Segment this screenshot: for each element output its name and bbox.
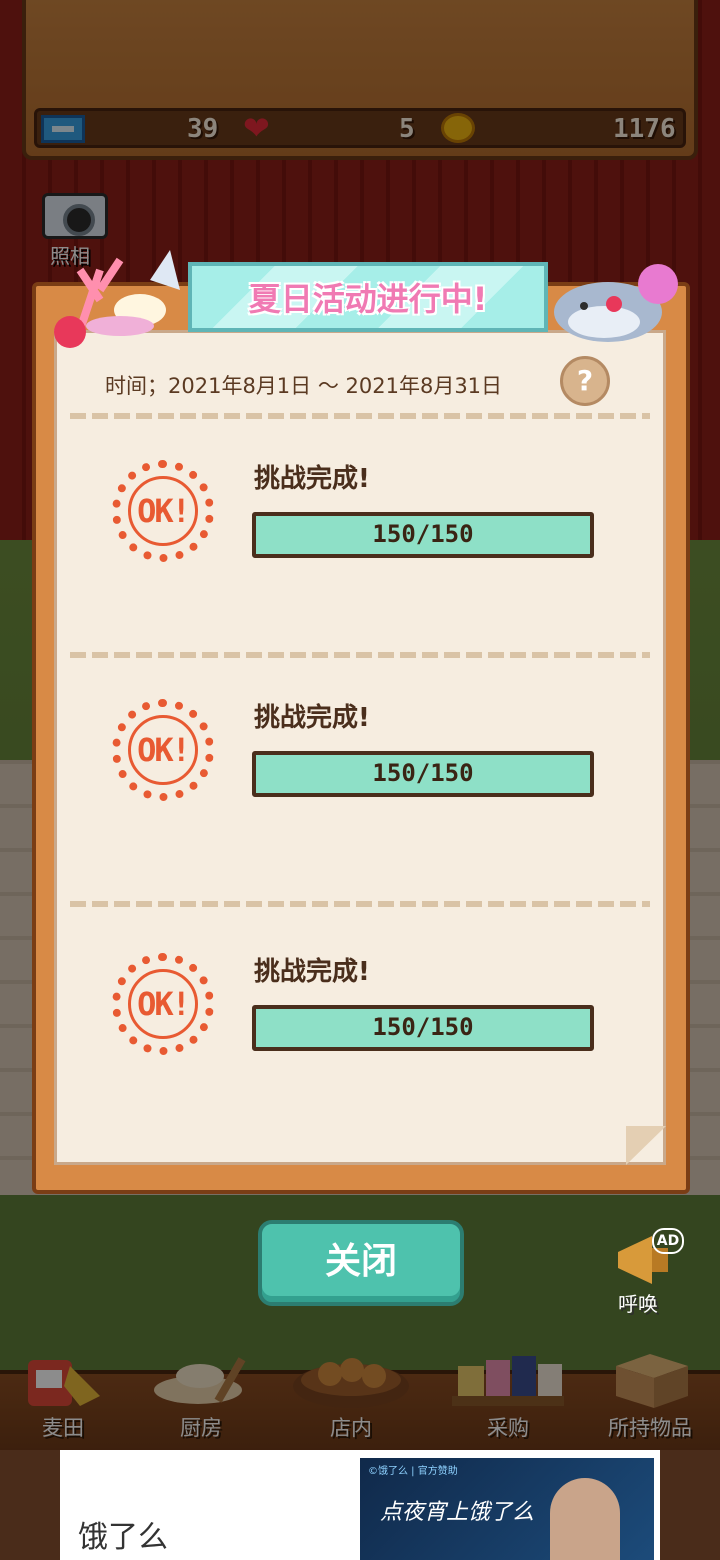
challenge-item: OK! 挑战完成! 150/150 [54, 699, 666, 829]
ad-slogan: 点夜宵上饿了么 [380, 1500, 535, 1525]
divider [70, 652, 650, 658]
challenge-status: 挑战完成! [254, 957, 370, 987]
progress-text: 150/150 [372, 1013, 474, 1041]
divider [70, 901, 650, 907]
progress-text: 150/150 [372, 759, 474, 787]
challenge-status: 挑战完成! [254, 464, 370, 494]
challenge-progress-bar: 150/150 [252, 1005, 594, 1051]
ad-banner[interactable]: 饿了么 ©饿了么 | 官方赞助 点夜宵上饿了么 [60, 1450, 660, 1560]
call-label: 呼唤 [618, 1292, 658, 1316]
whale-decoration-icon [554, 264, 678, 342]
stamp-text: OK! [137, 985, 191, 1023]
challenge-item: OK! 挑战完成! 150/150 [54, 460, 666, 590]
divider [70, 413, 650, 419]
challenge-progress-bar: 150/150 [252, 751, 594, 797]
ad-small-text: ©饿了么 | 官方赞助 [368, 1466, 458, 1477]
challenge-item: OK! 挑战完成! 150/150 [54, 953, 666, 1083]
help-button[interactable]: ? [560, 356, 610, 406]
ok-stamp-icon: OK! [112, 953, 214, 1055]
stamp-text: OK! [137, 492, 191, 530]
ok-stamp-icon: OK! [112, 699, 214, 801]
challenge-status: 挑战完成! [254, 703, 370, 733]
progress-text: 150/150 [372, 520, 474, 548]
ad-title: 饿了么 [78, 1520, 168, 1555]
coral-shell-decoration-icon [54, 250, 180, 348]
ad-image[interactable]: ©饿了么 | 官方赞助 点夜宵上饿了么 [360, 1458, 654, 1560]
ad-badge: AD [652, 1228, 684, 1254]
ad-person-image [550, 1478, 620, 1560]
event-date-range: 时间；2021年8月1日 ～ 2021年8月31日 [105, 374, 503, 398]
stamp-text: OK! [137, 731, 191, 769]
challenge-progress-bar: 150/150 [252, 512, 594, 558]
ok-stamp-icon: OK! [112, 460, 214, 562]
event-title: 夏日活动进行中! [248, 280, 488, 318]
close-button[interactable]: 关闭 [258, 1220, 464, 1306]
